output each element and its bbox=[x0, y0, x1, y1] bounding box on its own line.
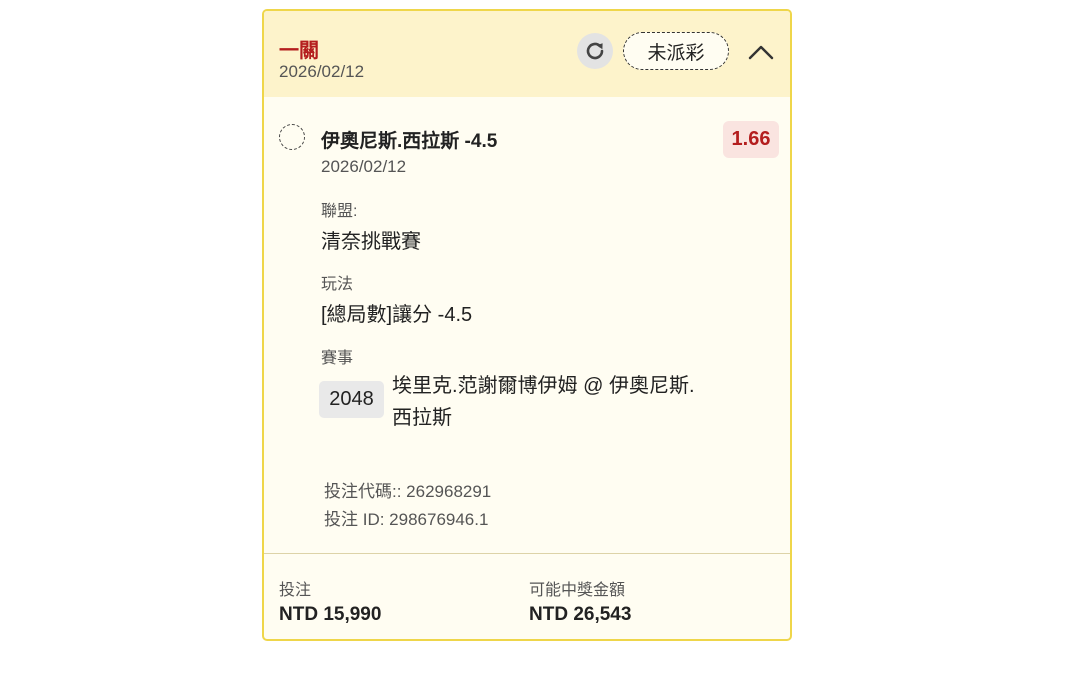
league-label: 聯盟: bbox=[321, 203, 358, 220]
bet-card: 一關 2026/02/12 未派彩 伊奧尼斯.西拉斯 -4.5 2026/02/… bbox=[262, 9, 792, 641]
event-label: 賽事 bbox=[321, 350, 354, 367]
parlay-title: 一關 bbox=[279, 40, 319, 62]
bet-code: 投注代碼:: 262968291 bbox=[324, 482, 492, 501]
chevron-up-icon bbox=[748, 45, 774, 60]
selection-radio[interactable] bbox=[279, 124, 305, 150]
event-name: 埃里克.范謝爾博伊姆 @ 伊奧尼斯.西拉斯 bbox=[392, 375, 695, 429]
parlay-date: 2026/02/12 bbox=[279, 62, 365, 81]
bet-id: 投注 ID: 298676946.1 bbox=[324, 510, 489, 529]
selection-date: 2026/02/12 bbox=[321, 157, 407, 176]
payout-value: NTD 26,543 bbox=[529, 604, 632, 625]
odds-badge: 1.66 bbox=[723, 121, 779, 158]
market-value: [總局數]讓分 -4.5 bbox=[321, 304, 473, 326]
selection-name: 伊奧尼斯.西拉斯 -4.5 bbox=[321, 131, 498, 152]
payout-label: 可能中獎金額 bbox=[529, 582, 626, 599]
league-value: 清奈挑戰賽 bbox=[321, 231, 421, 253]
bet-card-header: 一關 2026/02/12 未派彩 bbox=[264, 11, 790, 97]
stake-value: NTD 15,990 bbox=[279, 604, 382, 625]
market-label: 玩法 bbox=[321, 276, 354, 293]
event-number-badge: 2048 bbox=[319, 381, 384, 418]
stake-label: 投注 bbox=[279, 582, 312, 599]
divider bbox=[264, 553, 790, 554]
refresh-icon bbox=[586, 42, 604, 60]
status-badge: 未派彩 bbox=[623, 32, 729, 70]
refresh-button[interactable] bbox=[577, 33, 613, 69]
collapse-button[interactable] bbox=[745, 37, 777, 67]
